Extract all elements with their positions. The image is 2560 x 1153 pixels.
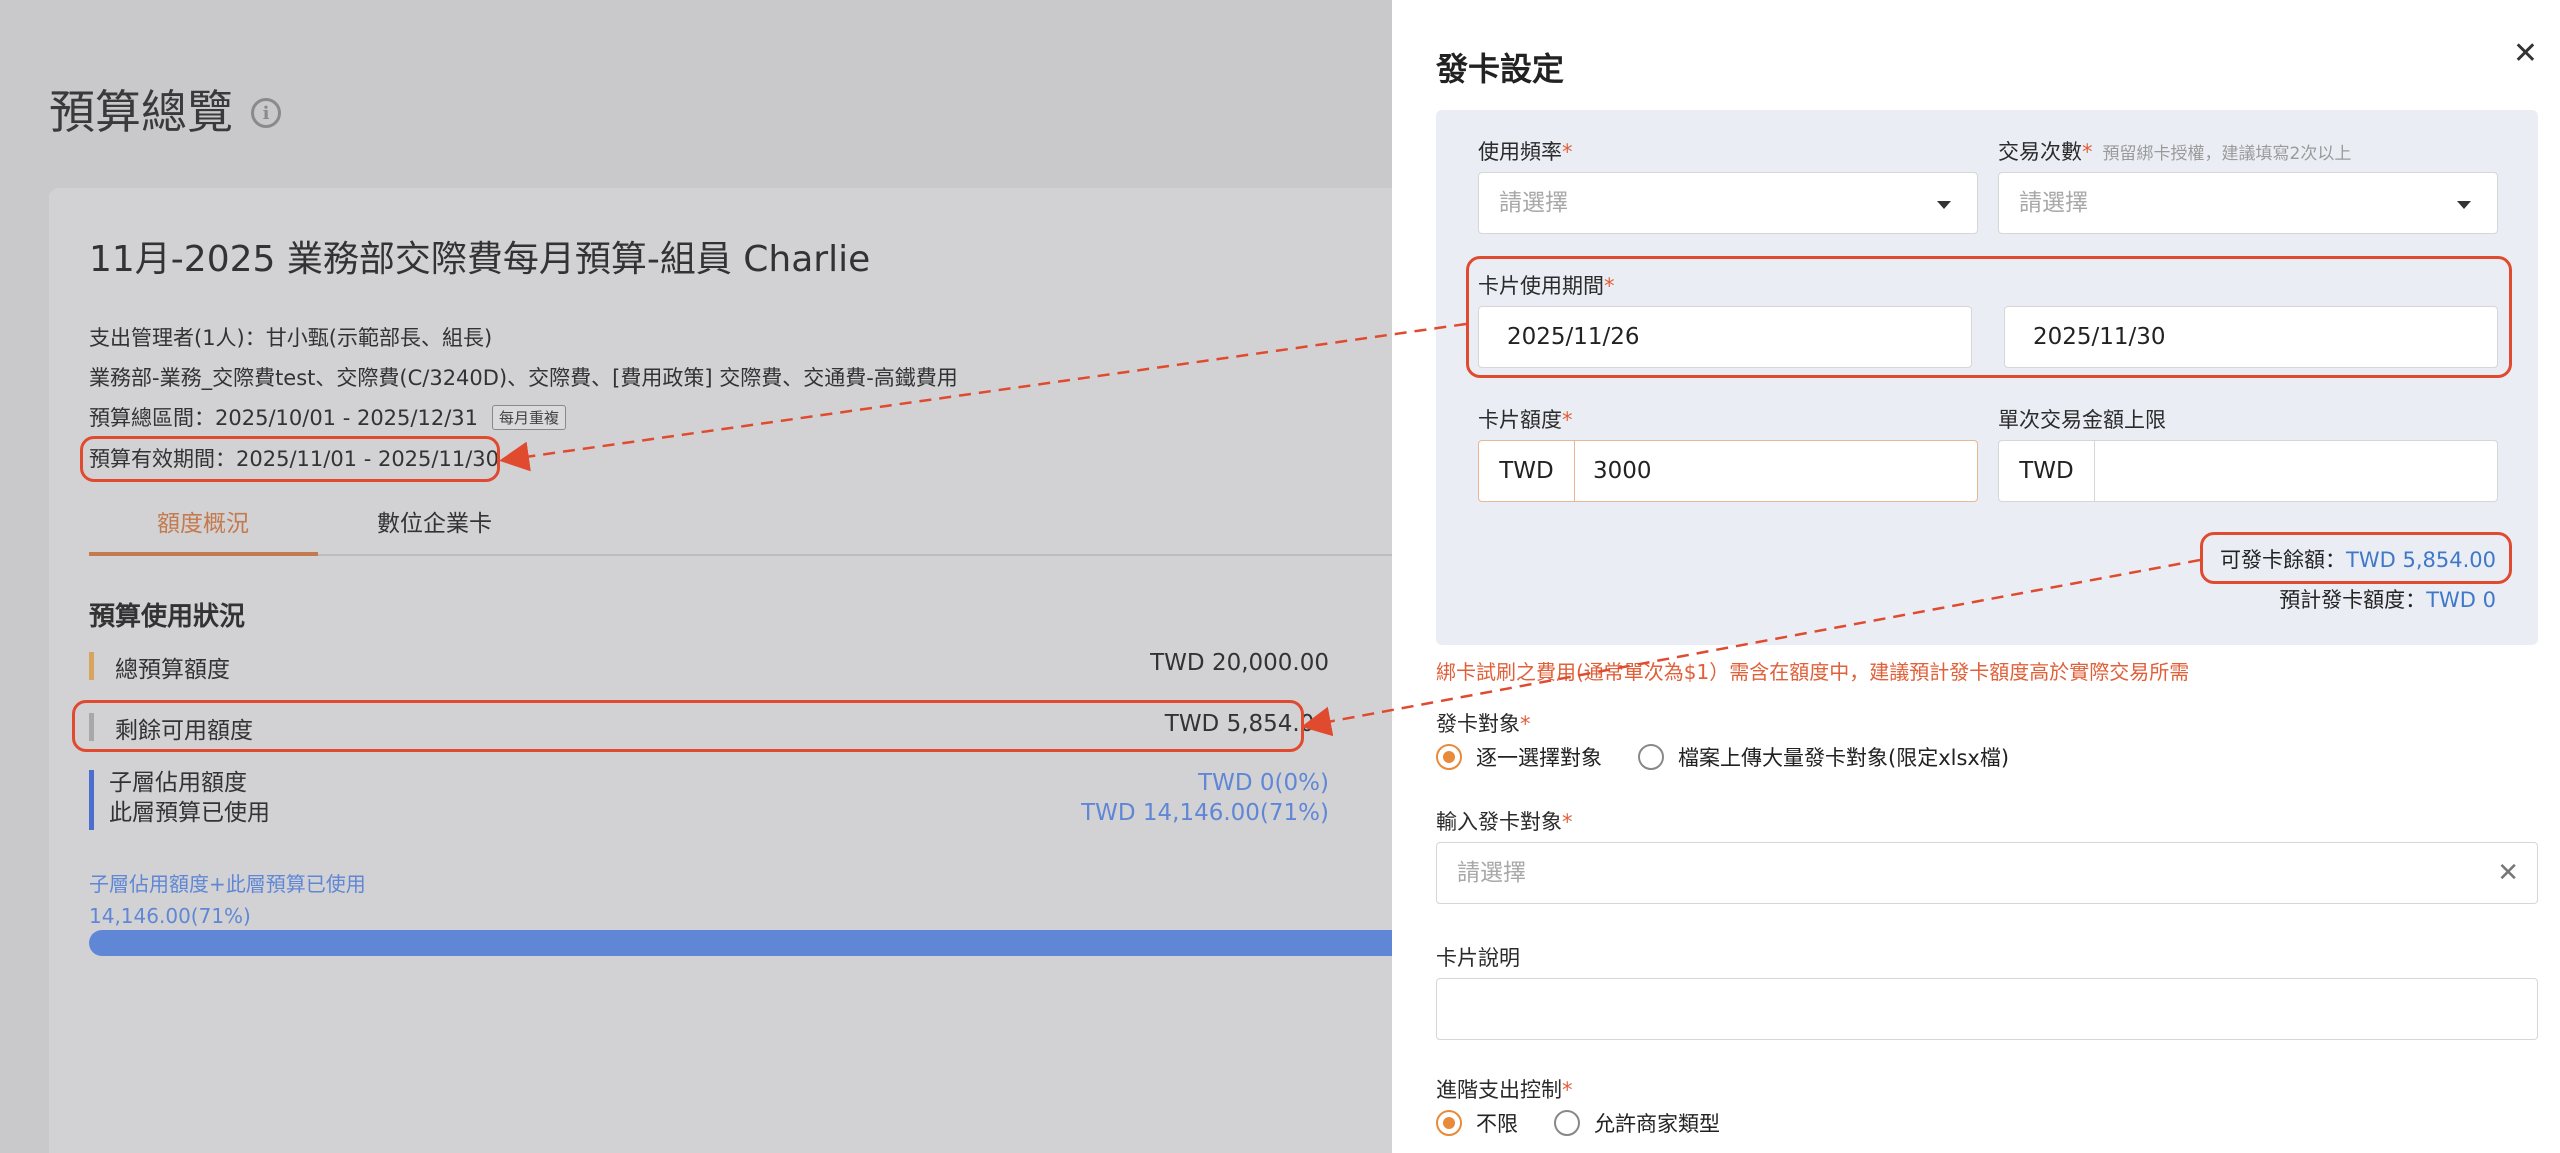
arrow-period: [499, 322, 1467, 472]
annotation-arrows: [499, 322, 2201, 737]
arrow-available: [1301, 558, 2201, 737]
